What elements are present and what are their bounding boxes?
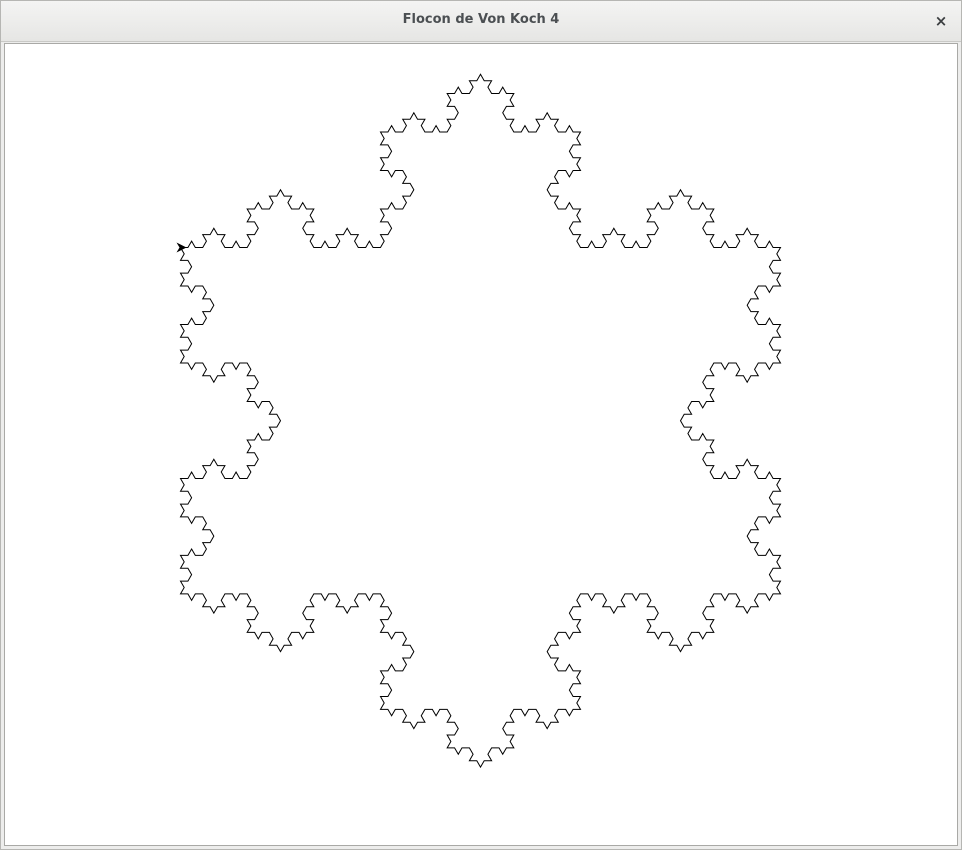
drawing-canvas[interactable]	[4, 43, 958, 846]
turtle-canvas	[176, 73, 782, 769]
close-icon: ×	[934, 12, 948, 30]
close-button[interactable]: ×	[931, 11, 951, 31]
title-bar[interactable]: Flocon de Von Koch 4 ×	[1, 1, 961, 42]
app-window: Flocon de Von Koch 4 ×	[0, 0, 962, 850]
window-title: Flocon de Von Koch 4	[402, 12, 560, 27]
koch-snowflake-path	[179, 73, 782, 769]
turtle-arrow-icon	[176, 242, 187, 253]
